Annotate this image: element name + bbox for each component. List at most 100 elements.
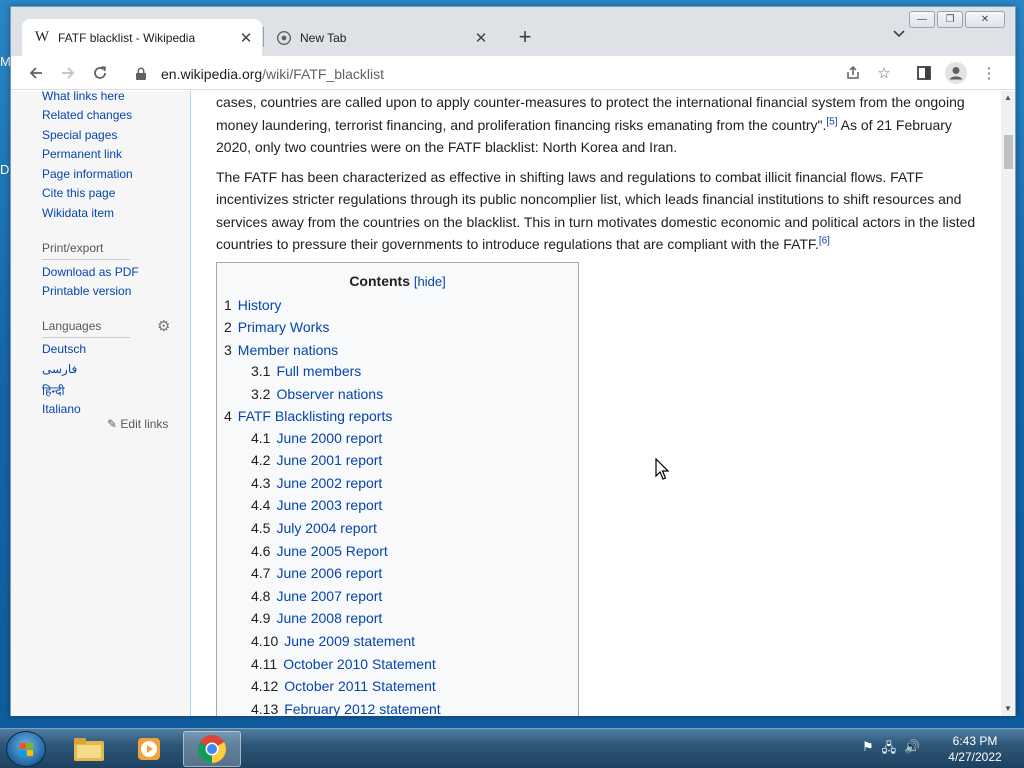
sidebar-item-what-links-here[interactable]: What links here bbox=[42, 91, 125, 103]
toc-item-label: February 2012 statement bbox=[284, 701, 441, 716]
toc-item[interactable]: 4.11 October 2010 Statement bbox=[251, 656, 436, 672]
back-arrow-icon[interactable] bbox=[24, 61, 48, 85]
page-scrollbar[interactable]: ▲ ▼ bbox=[1001, 91, 1015, 716]
url-domain: en.wikipedia.org bbox=[161, 66, 263, 82]
toc-item[interactable]: 4 FATF Blacklisting reports bbox=[224, 408, 392, 424]
close-window-button[interactable]: ✕ bbox=[965, 11, 1005, 28]
share-icon[interactable] bbox=[841, 61, 865, 85]
toc-item[interactable]: 4.13 February 2012 statement bbox=[251, 701, 441, 716]
sidebar-lang-deutsch[interactable]: Deutsch bbox=[42, 342, 86, 356]
tab-strip: W FATF blacklist - Wikipedia ✕ New Tab ✕… bbox=[11, 7, 1015, 56]
toc-item-label: October 2010 Statement bbox=[283, 656, 436, 672]
toc-item[interactable]: 4.6 June 2005 Report bbox=[251, 543, 388, 559]
toc-item[interactable]: 4.12 October 2011 Statement bbox=[251, 678, 436, 694]
article-paragraph: cases, countries are called upon to appl… bbox=[216, 91, 976, 159]
toc-item-label: June 2002 report bbox=[276, 475, 383, 491]
sidebar-heading-languages: Languages bbox=[42, 319, 102, 333]
toc-item[interactable]: 4.10 June 2009 statement bbox=[251, 633, 415, 649]
sidebar-item-download-pdf[interactable]: Download as PDF bbox=[42, 265, 139, 279]
toc-item[interactable]: 4.9 June 2008 report bbox=[251, 610, 382, 626]
sidebar-item-cite-this-page[interactable]: Cite this page bbox=[42, 186, 115, 200]
citation-link[interactable]: [6] bbox=[819, 235, 830, 246]
bookmark-star-icon[interactable]: ☆ bbox=[872, 61, 896, 85]
toc-item[interactable]: 1 History bbox=[224, 297, 281, 313]
sidebar-item-wikidata-item[interactable]: Wikidata item bbox=[42, 206, 114, 220]
wikipedia-favicon-icon: W bbox=[34, 29, 50, 45]
toc-item[interactable]: 4.4 June 2003 report bbox=[251, 497, 382, 513]
toc-item[interactable]: 4.7 June 2006 report bbox=[251, 565, 382, 581]
minimize-button[interactable]: — bbox=[909, 11, 935, 28]
more-menu-icon[interactable]: ⋮ bbox=[977, 61, 1001, 85]
tab-new-tab[interactable]: New Tab ✕ bbox=[264, 19, 497, 56]
reload-icon[interactable] bbox=[88, 61, 112, 85]
toc-item[interactable]: 3.2 Observer nations bbox=[251, 386, 383, 402]
toc-item[interactable]: 4.1 June 2000 report bbox=[251, 430, 382, 446]
toc-item[interactable]: 4.3 June 2002 report bbox=[251, 475, 382, 491]
toc-item-number: 4.4 bbox=[251, 497, 271, 513]
tab-search-chevron-down-icon[interactable] bbox=[893, 27, 905, 41]
toc-item-number: 4.11 bbox=[251, 656, 278, 672]
toc-item[interactable]: 4.8 June 2007 report bbox=[251, 588, 382, 604]
close-tab-icon[interactable]: ✕ bbox=[236, 29, 256, 47]
network-icon[interactable]: 🖧 bbox=[882, 739, 897, 761]
scroll-up-arrow-icon[interactable]: ▲ bbox=[1001, 91, 1015, 105]
profile-avatar-icon[interactable] bbox=[944, 61, 968, 85]
sidebar-lang-italiano[interactable]: Italiano bbox=[42, 402, 81, 416]
toc-item[interactable]: 3 Member nations bbox=[224, 342, 338, 358]
lock-icon[interactable] bbox=[135, 67, 149, 81]
toc-item[interactable]: 2 Primary Works bbox=[224, 319, 329, 335]
gear-icon[interactable]: ⚙ bbox=[157, 317, 170, 335]
toc-item-number: 2 bbox=[224, 319, 232, 335]
toc-item-label: October 2011 Statement bbox=[284, 678, 436, 694]
action-center-flag-icon[interactable]: ⚑ bbox=[862, 739, 874, 761]
taskbar-media-player[interactable] bbox=[120, 731, 178, 767]
sidebar-item-page-information[interactable]: Page information bbox=[42, 167, 133, 181]
edit-links-link[interactable]: ✎ Edit links bbox=[107, 417, 168, 431]
toc-item-number: 3 bbox=[224, 342, 232, 358]
sidebar-lang-farsi[interactable]: فارسی bbox=[42, 362, 77, 376]
sidebar-item-related-changes[interactable]: Related changes bbox=[42, 108, 132, 122]
toc-item[interactable]: 4.2 June 2001 report bbox=[251, 452, 382, 468]
sidebar-lang-hindi[interactable]: हिन्दी bbox=[42, 382, 65, 399]
close-tab-icon[interactable]: ✕ bbox=[471, 29, 491, 47]
article-paragraph: The FATF has been characterized as effec… bbox=[216, 166, 976, 256]
scrollbar-thumb[interactable] bbox=[1004, 135, 1013, 169]
toc-item-label: June 2003 report bbox=[276, 497, 383, 513]
clock-date: 4/27/2022 bbox=[948, 750, 1002, 764]
toc-item-number: 4.8 bbox=[251, 588, 271, 604]
toc-heading: Contents [hide] bbox=[217, 273, 578, 289]
taskbar-clock[interactable]: 6:43 PM 4/27/2022 bbox=[940, 733, 1010, 765]
sidebar-item-permanent-link[interactable]: Permanent link bbox=[42, 147, 122, 161]
url-path: /wiki/FATF_blacklist bbox=[262, 66, 385, 82]
sidebar-item-printable-version[interactable]: Printable version bbox=[42, 284, 131, 298]
page-viewport: What links here Related changes Special … bbox=[11, 91, 1015, 716]
toc-hide-toggle[interactable]: [hide] bbox=[414, 274, 446, 289]
restore-button[interactable]: ❐ bbox=[937, 11, 963, 28]
sidebar-item-special-pages[interactable]: Special pages bbox=[42, 128, 117, 142]
toc-item-number: 4.13 bbox=[251, 701, 279, 716]
toc-item[interactable]: 3.1 Full members bbox=[251, 363, 361, 379]
toc-item-number: 4.3 bbox=[251, 475, 271, 491]
edit-links-label: Edit links bbox=[120, 417, 169, 431]
taskbar-file-explorer[interactable] bbox=[60, 731, 118, 767]
url-text[interactable]: en.wikipedia.org/wiki/FATF_blacklist bbox=[161, 66, 384, 82]
toc-item-number: 4.9 bbox=[251, 610, 271, 626]
toc-item-number: 4.6 bbox=[251, 543, 271, 559]
taskbar-chrome[interactable] bbox=[183, 731, 241, 767]
toc-item-number: 4.1 bbox=[251, 430, 271, 446]
side-panel-icon[interactable] bbox=[912, 61, 936, 85]
toc-item-number: 1 bbox=[224, 297, 232, 313]
tab-fatf-blacklist[interactable]: W FATF blacklist - Wikipedia ✕ bbox=[22, 19, 262, 56]
toc-item-number: 4.5 bbox=[251, 520, 271, 536]
forward-arrow-icon[interactable] bbox=[56, 61, 80, 85]
new-tab-button[interactable]: + bbox=[512, 24, 538, 50]
toc-item-number: 4.10 bbox=[251, 633, 279, 649]
start-button[interactable] bbox=[6, 731, 46, 767]
toc-item[interactable]: 4.5 July 2004 report bbox=[251, 520, 377, 536]
citation-link[interactable]: [5] bbox=[826, 116, 837, 127]
scroll-down-arrow-icon[interactable]: ▼ bbox=[1001, 702, 1015, 716]
toc-item-label: Primary Works bbox=[237, 319, 330, 335]
chrome-favicon-icon bbox=[276, 30, 292, 46]
volume-icon[interactable]: 🔊 bbox=[904, 739, 920, 761]
toc-item-number: 3.2 bbox=[251, 386, 271, 402]
